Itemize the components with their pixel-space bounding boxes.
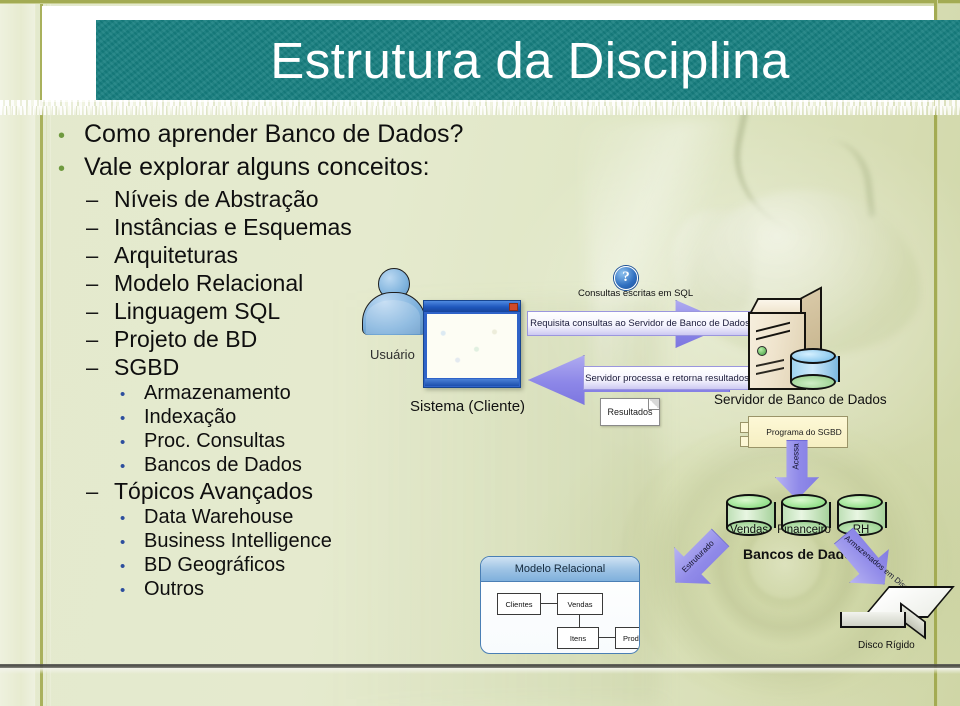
sql-note-label: Consultas escritas em SQL <box>578 288 694 299</box>
disc-platter-watermark <box>620 420 950 705</box>
bullet-item: • Outros <box>58 578 408 601</box>
bullet-marker-icon: • <box>120 410 126 427</box>
client-label: Sistema (Cliente) <box>410 398 526 415</box>
bullet-text: Armazenamento <box>144 382 291 404</box>
bullet-text: Como aprender Banco de Dados? <box>84 120 464 148</box>
bullet-marker-icon: – <box>86 299 99 324</box>
title-band: Estrutura da Disciplina <box>96 20 960 100</box>
cylinder-top <box>781 494 827 510</box>
bullet-text: SGBD <box>114 354 180 380</box>
bullet-item: – Linguagem SQL <box>58 298 408 325</box>
cylinder-top <box>837 494 883 510</box>
bullet-marker-icon: • <box>58 158 66 180</box>
bullet-text: Proc. Consultas <box>144 430 286 452</box>
bullet-item: • Business Intelligence <box>58 530 408 553</box>
relation-box-vendas: Vendas <box>557 593 603 615</box>
cylinder-top <box>790 348 836 364</box>
bullet-text: Data Warehouse <box>144 506 294 528</box>
bullet-text: Projeto de BD <box>114 326 258 352</box>
bullet-text: Vale explorar alguns conceitos: <box>84 153 430 181</box>
title-white-mat: Estrutura da Disciplina <box>42 6 960 102</box>
bullet-item: – Instâncias e Esquemas <box>58 214 408 241</box>
server-power-led <box>757 346 767 356</box>
bullet-text: Outros <box>144 578 205 600</box>
bullet-marker-icon: • <box>120 558 126 575</box>
bullet-item: – Arquiteturas <box>58 242 408 269</box>
bullet-item: – SGBD <box>58 354 408 381</box>
mouse-cord-watermark-2 <box>800 136 876 224</box>
results-note: Resultados <box>600 398 660 426</box>
bullet-item: – Níveis de Abstração <box>58 186 408 213</box>
top-rule-thin <box>0 3 960 4</box>
bullet-text: Linguagem SQL <box>114 298 281 324</box>
bullet-text: Tópicos Avançados <box>114 478 314 504</box>
request-arrow-label: Requisita consultas ao Servidor de Banco… <box>527 311 753 336</box>
window-content <box>427 314 517 378</box>
bullet-item: • Como aprender Banco de Dados? <box>58 120 463 149</box>
relation-box-produtos: Produtos <box>615 627 639 649</box>
bullet-marker-icon: – <box>86 215 99 240</box>
cylinder-top <box>726 494 772 510</box>
bottom-rule-light <box>0 668 960 674</box>
window-statusbar <box>425 379 519 386</box>
bullet-marker-icon: • <box>120 582 126 599</box>
user-label: Usuário <box>370 347 415 362</box>
server-label: Servidor de Banco de Dados <box>714 392 887 407</box>
torn-paper-jag <box>0 106 960 115</box>
bullet-marker-icon: – <box>86 355 99 380</box>
relation-box-clientes: Clientes <box>497 593 541 615</box>
relational-model-panel: Modelo Relacional Clientes Vendas Itens … <box>480 556 640 654</box>
bullet-text: BD Geográficos <box>144 554 286 576</box>
window-titlebar <box>424 301 520 312</box>
bullet-marker-icon: • <box>120 386 126 403</box>
bullet-item: • Indexação <box>58 406 408 429</box>
database-label-financeiro: Financeiro <box>777 524 831 536</box>
bullet-marker-icon: – <box>86 271 99 296</box>
response-arrow-label: Servidor processa e retorna resultados <box>583 366 751 390</box>
close-icon <box>509 303 518 311</box>
bullet-item: – Tópicos Avançados <box>58 478 408 505</box>
bullet-marker-icon: • <box>120 458 126 475</box>
access-arrow-label: Acessa <box>791 443 801 470</box>
bullet-marker-icon: • <box>120 510 126 527</box>
bullet-item: • Bancos de Dados <box>58 454 408 477</box>
bullet-item: • BD Geográficos <box>58 554 408 577</box>
bullet-list: • Como aprender Banco de Dados? • Vale e… <box>58 120 463 602</box>
client-window-thumbnail <box>423 300 521 388</box>
bullet-marker-icon: • <box>58 125 66 147</box>
slide-canvas: Estrutura da Disciplina • Como aprender … <box>0 0 960 706</box>
bullet-marker-icon: • <box>120 534 126 551</box>
bullet-text: Arquiteturas <box>114 242 239 268</box>
bullet-marker-icon: – <box>86 187 99 212</box>
bullet-text: Níveis de Abstração <box>114 186 319 212</box>
bullet-item: • Armazenamento <box>58 382 408 405</box>
bullet-item: – Projeto de BD <box>58 326 408 353</box>
bullet-text: Instâncias e Esquemas <box>114 214 352 240</box>
user-icon-highlight <box>366 300 420 334</box>
server-database-icon <box>790 348 840 390</box>
bullet-text: Indexação <box>144 406 237 428</box>
disk-label: Disco Rígido <box>858 640 915 651</box>
bullet-item: • Vale explorar alguns conceitos: <box>58 153 430 182</box>
bullet-item: • Data Warehouse <box>58 506 408 529</box>
mouse-cord-watermark <box>719 108 867 242</box>
bullet-marker-icon: • <box>120 434 126 451</box>
relation-box-itens: Itens <box>557 627 599 649</box>
help-question-icon: ? <box>614 266 638 290</box>
cylinder-bottom <box>790 374 836 390</box>
bullet-text: Business Intelligence <box>144 530 332 552</box>
bullet-item: – Modelo Relacional <box>58 270 408 297</box>
bullet-marker-icon: – <box>86 479 99 504</box>
database-label-vendas: Vendas <box>729 524 769 536</box>
bullet-item: • Proc. Consultas <box>58 430 408 453</box>
bullet-marker-icon: – <box>86 243 99 268</box>
bullet-marker-icon: – <box>86 327 99 352</box>
page-title: Estrutura da Disciplina <box>270 31 790 89</box>
hard-disk-front-face <box>840 612 906 628</box>
relational-model-title: Modelo Relacional <box>481 557 639 582</box>
bullet-text: Modelo Relacional <box>114 270 304 296</box>
bullet-text: Bancos de Dados <box>144 454 302 476</box>
